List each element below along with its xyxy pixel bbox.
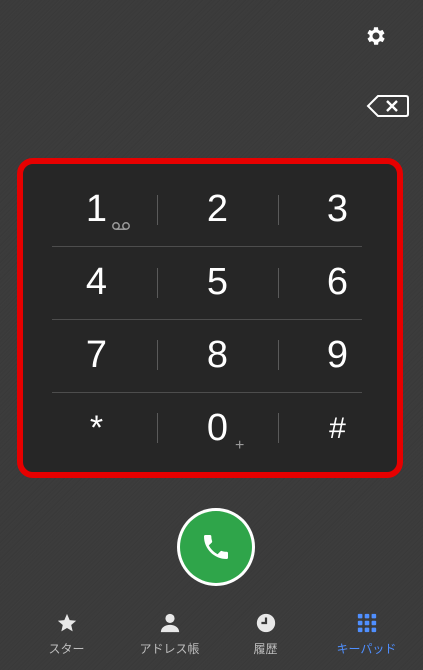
- key-digit: 3: [326, 188, 349, 230]
- key-digit: #: [329, 411, 346, 445]
- backspace-icon[interactable]: [366, 94, 410, 118]
- key-2[interactable]: 2: [159, 173, 276, 246]
- dialpad-icon: [356, 612, 378, 638]
- key-hash[interactable]: #: [279, 392, 396, 465]
- divider: [157, 340, 158, 370]
- nav-label: 履歴: [253, 642, 278, 656]
- key-digit: 1: [85, 188, 108, 230]
- bottom-nav: スター アドレス帳 履歴 キーパッド: [0, 598, 423, 670]
- person-icon: [159, 612, 181, 638]
- key-digit: 9: [326, 334, 349, 376]
- key-4[interactable]: 4: [38, 246, 155, 319]
- gear-icon[interactable]: [364, 24, 388, 48]
- key-0[interactable]: 0 +: [159, 392, 276, 465]
- divider: [157, 413, 158, 443]
- nav-label: キーパッド: [336, 642, 397, 656]
- divider: [157, 195, 158, 225]
- key-sub-label: +: [235, 437, 245, 454]
- nav-item-history[interactable]: 履歴: [213, 598, 318, 670]
- key-digit: 4: [85, 261, 108, 303]
- nav-label: スター: [48, 642, 85, 656]
- key-3[interactable]: 3: [279, 173, 396, 246]
- key-digit: 7: [85, 334, 108, 376]
- key-7[interactable]: 7: [38, 319, 155, 392]
- dialer-screen: 1 2 3 4 5 6 7 8 9 * 0 + # スター アドレス帳 履歴 キ…: [0, 0, 423, 670]
- key-digit: 0: [206, 407, 229, 449]
- nav-item-contacts[interactable]: アドレス帳: [117, 598, 222, 670]
- voicemail-icon: [112, 219, 130, 234]
- key-digit: *: [89, 409, 104, 447]
- divider: [157, 268, 158, 298]
- key-digit: 8: [206, 334, 229, 376]
- clock-icon: [255, 612, 277, 638]
- key-1[interactable]: 1: [38, 173, 155, 246]
- key-5[interactable]: 5: [159, 246, 276, 319]
- star-icon: [56, 612, 78, 638]
- dialpad: 1 2 3 4 5 6 7 8 9 * 0 + #: [30, 173, 382, 465]
- call-button[interactable]: [177, 508, 255, 586]
- nav-item-keypad[interactable]: キーパッド: [314, 598, 419, 670]
- phone-icon: [204, 535, 228, 559]
- key-star[interactable]: *: [38, 392, 155, 465]
- nav-label: アドレス帳: [139, 642, 200, 656]
- key-digit: 2: [206, 188, 229, 230]
- key-9[interactable]: 9: [279, 319, 396, 392]
- key-6[interactable]: 6: [279, 246, 396, 319]
- call-button-fill: [180, 511, 252, 583]
- key-digit: 6: [326, 261, 349, 303]
- key-digit: 5: [206, 261, 229, 303]
- nav-item-star[interactable]: スター: [14, 598, 119, 670]
- key-8[interactable]: 8: [159, 319, 276, 392]
